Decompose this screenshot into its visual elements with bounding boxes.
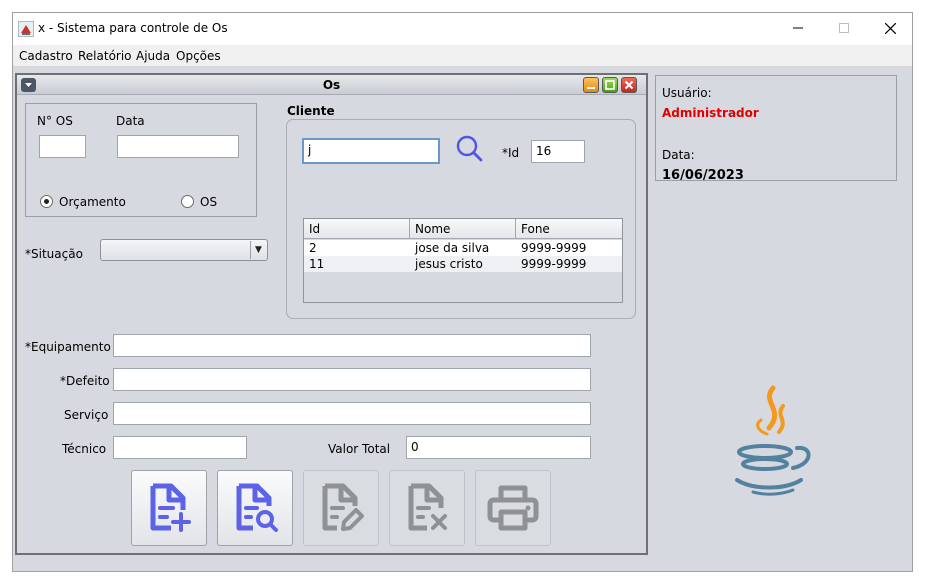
table-cell-id: 11 xyxy=(309,257,325,271)
user-label: Usuário: xyxy=(662,86,712,100)
internal-frame-title-bar: Os xyxy=(17,75,646,95)
internal-frame-title: Os xyxy=(322,78,341,92)
menu-cadastro[interactable]: Cadastro xyxy=(19,49,73,63)
frame-maximize-button[interactable] xyxy=(602,77,618,93)
chevron-down-icon: ▼ xyxy=(250,241,266,259)
radio-orcamento-label: Orçamento xyxy=(59,195,126,209)
menu-ajuda[interactable]: Ajuda xyxy=(136,49,170,63)
user-info-panel: Usuário: Administrador Data: 16/06/2023 xyxy=(655,75,897,183)
close-button[interactable] xyxy=(867,13,913,43)
defeito-label: *Defeito xyxy=(60,374,110,388)
column-header-fone[interactable]: Fone xyxy=(521,222,550,236)
menu-relatorio[interactable]: Relatório xyxy=(78,49,132,63)
delete-os-button[interactable] xyxy=(389,470,465,546)
date-value: 16/06/2023 xyxy=(662,168,744,183)
file-edit-icon xyxy=(322,483,364,531)
file-search-icon xyxy=(236,483,278,532)
minimize-button[interactable] xyxy=(775,13,821,43)
table-row[interactable]: 2 jose da silva 9999-9999 xyxy=(304,240,622,256)
java-logo-icon xyxy=(735,385,811,496)
client-id-label: *Id xyxy=(502,146,520,160)
maximize-icon xyxy=(605,80,615,90)
equipamento-field[interactable] xyxy=(113,334,591,357)
table-cell-nome: jesus cristo xyxy=(415,257,483,271)
cliente-title: Cliente xyxy=(287,104,335,118)
column-header-id[interactable]: Id xyxy=(309,222,320,236)
client-search-input[interactable]: j xyxy=(302,138,440,164)
title-bar: x - Sistema para controle de Os xyxy=(13,13,912,45)
os-info-panel: N° OS Data Orçamento OS xyxy=(25,103,257,217)
servico-label: Serviço xyxy=(64,408,109,422)
add-os-button[interactable] xyxy=(131,470,207,546)
close-icon xyxy=(884,22,896,34)
valor-total-label: Valor Total xyxy=(328,442,391,456)
user-name: Administrador xyxy=(662,106,759,120)
minimize-icon xyxy=(587,87,595,89)
os-number-field[interactable] xyxy=(39,135,86,158)
situacao-combo[interactable]: ▼ xyxy=(100,239,268,261)
client-table: Id Nome Fone 2 jose da silva 9999-9999 1… xyxy=(303,218,623,303)
maximize-button[interactable] xyxy=(821,13,867,43)
os-internal-frame: Os N° OS Data Orçamento OS *Situação ▼ C… xyxy=(15,73,648,555)
table-cell-nome: jose da silva xyxy=(415,241,490,255)
minimize-icon xyxy=(793,27,803,29)
equipamento-label: *Equipamento xyxy=(25,340,111,354)
client-table-header: Id Nome Fone xyxy=(304,219,622,239)
os-number-label: N° OS xyxy=(37,114,73,128)
table-cell-id: 2 xyxy=(309,241,317,255)
client-id-field[interactable]: 16 xyxy=(531,140,585,163)
maximize-icon xyxy=(839,23,849,33)
menu-bar: Cadastro Relatório Ajuda Opções xyxy=(13,45,912,67)
cliente-panel: j *Id 16 Id Nome Fone 2 jose da silva 99… xyxy=(286,119,636,319)
search-icon[interactable] xyxy=(455,134,485,164)
file-add-icon xyxy=(150,483,191,532)
tecnico-label: Técnico xyxy=(62,442,107,456)
menu-opcoes[interactable]: Opções xyxy=(176,49,221,63)
java-app-icon xyxy=(18,21,34,37)
frame-minimize-button[interactable] xyxy=(583,77,599,93)
radio-os[interactable] xyxy=(181,195,194,208)
table-cell-fone: 9999-9999 xyxy=(521,241,587,255)
radio-orcamento[interactable] xyxy=(40,195,53,208)
window-title: x - Sistema para controle de Os xyxy=(38,21,228,35)
table-cell-fone: 9999-9999 xyxy=(521,257,587,271)
date-label: Data: xyxy=(662,148,695,162)
table-row[interactable]: 11 jesus cristo 9999-9999 xyxy=(304,256,622,272)
desktop-pane: Os N° OS Data Orçamento OS *Situação ▼ C… xyxy=(13,67,912,571)
radio-os-label: OS xyxy=(200,195,218,209)
frame-close-button[interactable] xyxy=(621,77,637,93)
edit-os-button[interactable] xyxy=(303,470,379,546)
close-icon xyxy=(624,80,634,90)
defeito-field[interactable] xyxy=(113,368,591,391)
column-header-nome[interactable]: Nome xyxy=(415,222,450,236)
search-os-button[interactable] xyxy=(217,470,293,546)
servico-field[interactable] xyxy=(113,402,591,425)
printer-icon xyxy=(487,485,539,531)
file-delete-icon xyxy=(408,483,447,531)
print-os-button[interactable] xyxy=(475,470,551,546)
tecnico-field[interactable] xyxy=(113,436,247,459)
os-date-field[interactable] xyxy=(117,135,239,158)
os-date-label: Data xyxy=(116,114,145,128)
valor-total-field[interactable]: 0 xyxy=(406,436,591,459)
main-window: x - Sistema para controle de Os Cadastro… xyxy=(12,12,913,572)
situacao-label: *Situação xyxy=(25,247,83,261)
